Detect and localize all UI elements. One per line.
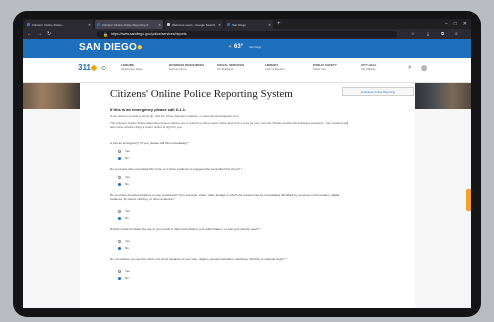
monitor-frame: Citizens' Online Police... ✕ Citizens' O… [13, 11, 481, 317]
tab-title: Citizens' Online Police Reporting S [102, 22, 149, 27]
nav-item-leisure[interactable]: LEISURE Explore San Diego [121, 63, 167, 71]
radio-option-yes[interactable]: Yes [118, 239, 130, 243]
address-bar-row: ← → ↻ 🔒 https://www.sandiego.gov/police/… [23, 29, 471, 39]
radio-option-no[interactable]: No [118, 246, 129, 250]
radio-button[interactable] [118, 239, 121, 243]
tab-favicon-icon [97, 23, 100, 26]
browser-tab[interactable]: Welcome users - Google Search ✕ [165, 20, 223, 29]
radio-button[interactable] [118, 209, 121, 213]
lock-icon: 🔒 [103, 31, 108, 37]
main-navigation: 311◆ ⊙ LEISURE Explore San Diego BUSINESS… [23, 58, 471, 83]
online-reporting-button[interactable]: Download Online Reporting [342, 87, 414, 96]
radio-option-yes[interactable]: Yes [118, 149, 130, 153]
radio-button[interactable] [118, 149, 121, 153]
page-content: Citizens' Online Police Reporting System… [80, 83, 415, 308]
san-diego-logo[interactable]: SAN DIEGO● [79, 42, 143, 53]
nav-item-city-hall[interactable]: CITY HALL City Officials [361, 63, 407, 71]
globe-icon[interactable]: ◍ [421, 64, 427, 72]
home-icon[interactable]: ⊙ [101, 65, 106, 72]
window-controls: – □ ✕ [445, 20, 467, 28]
tab-close-icon[interactable]: ✕ [158, 23, 161, 27]
downloads-icon[interactable]: ⤓ [427, 30, 429, 38]
temperature: 63° [234, 44, 244, 50]
radio-button[interactable] [118, 246, 121, 250]
url-text: https://www.sandiego.gov/police/services… [110, 32, 187, 36]
tab-title: Citizens' Online Police... [32, 22, 65, 27]
radio-option-no[interactable]: No [118, 182, 129, 186]
weather-location: San Diego [249, 46, 262, 49]
header-photo-left [23, 83, 80, 109]
question-card-identity: Did the incident include the use of your… [110, 227, 261, 231]
question-emergency: Is this an emergency? (If yes, please ca… [110, 141, 190, 145]
question-hate-crime: Do you believe you are the victim of a c… [110, 257, 287, 261]
logo-311-mark: ◆ [90, 63, 98, 72]
weather-widget: ☀ 63° San Diego [228, 44, 261, 50]
radio-option-yes[interactable]: Yes [118, 269, 130, 273]
logo-sun-icon: ● [136, 42, 144, 53]
tab-favicon-icon [27, 23, 30, 26]
radio-button[interactable] [118, 182, 121, 186]
new-tab-button[interactable]: + [277, 20, 281, 28]
radio-button[interactable] [118, 175, 121, 179]
intro-text-1: If you want to provide a crime tip, visi… [110, 114, 240, 118]
sun-icon: ☀ [228, 44, 233, 49]
tab-close-icon[interactable]: ✕ [218, 23, 221, 27]
radio-option-no[interactable]: No [118, 216, 129, 220]
browser-tab-active[interactable]: Citizens' Online Police Reporting S ✕ [95, 20, 163, 29]
radio-button[interactable] [118, 216, 121, 220]
browser-tab[interactable]: San Diego ✕ [225, 20, 273, 29]
browser-tab-bar: Citizens' Online Police... ✕ Citizens' O… [23, 19, 471, 29]
radio-option-yes[interactable]: Yes [118, 209, 130, 213]
bookmark-star-icon[interactable]: ☆ [411, 30, 415, 38]
nav-item-public-safety[interactable]: PUBLIC SAFETY Police, Fire [313, 63, 359, 71]
forward-button[interactable]: → [37, 30, 42, 38]
tab-title: Welcome users - Google Search [172, 22, 216, 27]
nav-item-social[interactable]: SOCIAL SERVICES For Residents [217, 63, 263, 71]
extensions-icon[interactable]: ⧉ [441, 30, 444, 38]
feedback-tab[interactable] [466, 189, 471, 211]
tab-title: San Diego [232, 22, 247, 27]
menu-icon[interactable]: ≡ [455, 30, 458, 38]
back-button[interactable]: ← [27, 30, 32, 38]
minimize-button[interactable]: – [445, 20, 448, 28]
question-suspect: Do you know who committed this crime or … [110, 167, 243, 171]
reload-button[interactable]: ↻ [47, 30, 51, 38]
radio-button[interactable] [118, 156, 121, 160]
nav-item-library[interactable]: LIBRARY Learn & Discover [265, 63, 311, 71]
radio-option-no[interactable]: No [118, 156, 129, 160]
nav-item-business[interactable]: BUSINESS RESOURCES Start and Grow [169, 63, 215, 71]
screen: Citizens' Online Police... ✕ Citizens' O… [23, 19, 471, 308]
radio-button[interactable] [118, 269, 121, 273]
tab-favicon-icon [227, 23, 230, 26]
browser-tab[interactable]: Citizens' Online Police... ✕ [25, 20, 93, 29]
search-icon[interactable]: ⌕ [408, 64, 412, 72]
tab-close-icon[interactable]: ✕ [268, 23, 271, 27]
header-photo-right [415, 83, 471, 109]
logo-311[interactable]: 311◆ [78, 63, 97, 72]
emergency-alert: If this is an emergency please call 9-1-… [110, 107, 187, 112]
radio-button[interactable] [118, 276, 121, 280]
question-evidence: Do you have physical evidence in your po… [110, 193, 340, 201]
tab-favicon-icon [167, 23, 170, 26]
maximize-button[interactable]: □ [454, 20, 457, 28]
radio-option-yes[interactable]: Yes [118, 175, 130, 179]
intro-text-2: The Citizens' Online Police Reporting Sy… [110, 121, 349, 129]
close-window-button[interactable]: ✕ [463, 20, 467, 28]
tab-close-icon[interactable]: ✕ [88, 23, 91, 27]
url-field[interactable]: 🔒 https://www.sandiego.gov/police/servic… [97, 30, 397, 38]
radio-option-no[interactable]: No [118, 276, 129, 280]
site-banner: SAN DIEGO● ☀ 63° San Diego [23, 39, 471, 58]
page-title: Citizens' Online Police Reporting System [110, 88, 293, 100]
